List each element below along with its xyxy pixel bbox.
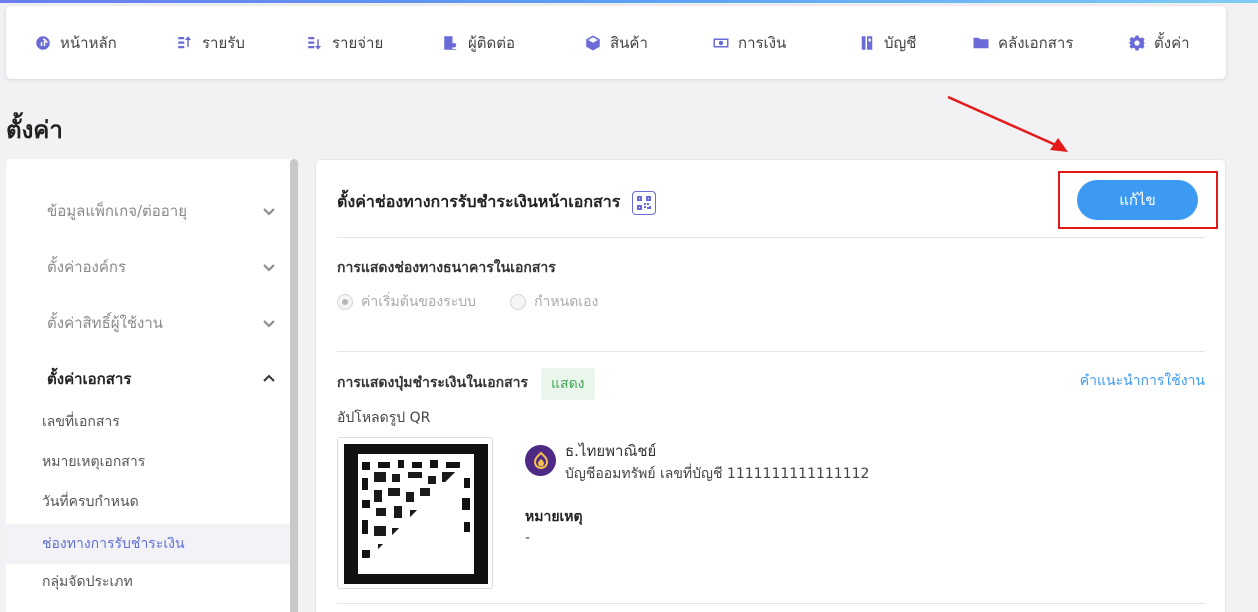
folder-icon — [973, 37, 989, 48]
sidebar-item-label: เลขที่เอกสาร — [42, 414, 120, 430]
chevron-down-icon — [263, 320, 275, 328]
sidebar-item-document-number[interactable]: เลขที่เอกสาร — [6, 402, 290, 442]
sidebar-item-label: ช่องทางการรับชำระเงิน — [42, 536, 185, 552]
sidebar-group-label: ข้อมูลแพ็กเกจ/ต่ออายุ — [47, 202, 188, 220]
bank-account-number: บัญชีออมทรัพย์ เลขที่บัญชี 1111111111111… — [565, 466, 870, 482]
bank-name: ธ.ไทยพาณิชย์ — [565, 442, 657, 460]
nav-label: ผู้ติดต่อ — [468, 33, 516, 52]
radio-default-label: ค่าเริ่มต้นของระบบ — [361, 294, 477, 310]
nav-label: รายจ่าย — [332, 33, 384, 52]
nav-label: คลังเอกสาร — [998, 33, 1074, 52]
nav-label: บัญชี — [884, 33, 917, 52]
note-value: - — [525, 530, 531, 546]
income-icon — [178, 35, 191, 48]
sidebar-group-label: ตั้งค่าเอกสาร — [47, 370, 132, 388]
note-label: หมายเหตุ — [525, 509, 583, 525]
bank-display-options: ค่าเริ่มต้นของระบบ กำหนดเอง — [337, 291, 598, 313]
nav-item-expense[interactable]: รายจ่าย — [306, 6, 383, 79]
sidebar-item-categories[interactable]: กลุ่มจัดประเภท — [6, 562, 290, 602]
settings-sidebar: ข้อมูลแพ็กเกจ/ต่ออายุ ตั้งค่าองค์กร ตั้ง… — [6, 159, 298, 612]
nav-item-contacts[interactable]: ผู้ติดต่อ — [442, 6, 515, 79]
nav-item-home[interactable]: หน้าหลัก — [34, 6, 117, 79]
nav-item-accounting[interactable]: บัญชี — [858, 6, 916, 79]
payment-button-label: การแสดงปุ่มชำระเงินในเอกสาร — [337, 375, 529, 391]
divider — [337, 603, 1205, 604]
payment-settings-card: ตั้งค่าช่องทางการรับชำระเงินหน้าเอกสาร แ… — [315, 159, 1226, 612]
radio-default[interactable] — [337, 294, 353, 310]
radio-custom[interactable] — [510, 294, 527, 310]
upload-qr-label: อัปโหลดรูป QR — [337, 410, 431, 426]
sidebar-group-package[interactable]: ข้อมูลแพ็กเกจ/ต่ออายุ — [47, 199, 277, 223]
radio-custom-label: กำหนดเอง — [534, 294, 599, 310]
nav-label: หน้าหลัก — [60, 33, 117, 52]
sidebar-item-payment-channels[interactable]: ช่องทางการรับชำระเงิน — [6, 524, 290, 564]
nav-label: ตั้งค่า — [1154, 33, 1190, 52]
nav-item-documents[interactable]: คลังเอกสาร — [972, 6, 1073, 79]
nav-label: รายรับ — [202, 33, 245, 52]
usage-guide-link[interactable]: คำแนะนำการใช้งาน — [1080, 370, 1205, 392]
nav-item-products[interactable]: สินค้า — [584, 6, 648, 79]
sidebar-group-documents[interactable]: ตั้งค่าเอกสาร — [47, 367, 277, 391]
sidebar-group-organization[interactable]: ตั้งค่าองค์กร — [47, 255, 277, 279]
sidebar-item-label: กลุ่มจัดประเภท — [42, 574, 133, 590]
box-icon — [586, 35, 600, 50]
chevron-down-icon — [263, 208, 275, 216]
nav-item-settings[interactable]: ตั้งค่า — [1128, 6, 1190, 79]
qr-code-icon — [632, 190, 657, 215]
nav-label: การเงิน — [738, 33, 787, 52]
divider — [337, 351, 1205, 352]
annotation-arrow-icon — [947, 95, 1068, 152]
sidebar-item-document-note[interactable]: หมายเหตุเอกสาร — [6, 442, 290, 482]
status-badge: แสดง — [541, 368, 595, 400]
page-title: ตั้งค่า — [6, 116, 63, 144]
nav-item-finance[interactable]: การเงิน — [712, 6, 786, 79]
sidebar-item-label: วันที่ครบกำหนด — [42, 494, 139, 510]
chevron-down-icon — [263, 264, 275, 272]
sidebar-item-label: หมายเหตุเอกสาร — [42, 454, 146, 470]
card-title-text: ตั้งค่าช่องทางการรับชำระเงินหน้าเอกสาร — [337, 192, 621, 211]
sidebar-item-due-date[interactable]: วันที่ครบกำหนด — [6, 482, 290, 522]
ledger-icon — [861, 35, 873, 50]
card-title: ตั้งค่าช่องทางการรับชำระเงินหน้าเอกสาร — [337, 190, 657, 215]
scb-bank-logo-icon — [525, 445, 556, 476]
nav-item-income[interactable]: รายรับ — [176, 6, 245, 79]
top-navbar: หน้าหลัก รายรับ รายจ่าย ผู้ติดต่อ สินค้า… — [6, 6, 1226, 79]
qr-code-image — [337, 437, 493, 589]
sidebar-group-label: ตั้งค่าสิทธิ์ผู้ใช้งาน — [47, 314, 164, 332]
chevron-up-icon — [263, 374, 275, 382]
expense-icon — [308, 36, 321, 50]
nav-label: สินค้า — [610, 33, 648, 52]
edit-button[interactable]: แก้ไข — [1077, 180, 1198, 220]
sidebar-group-label: ตั้งค่าองค์กร — [47, 258, 127, 276]
top-accent-stripe — [0, 0, 1258, 3]
qr-code-graphic — [338, 438, 492, 588]
sidebar-scrollbar[interactable] — [290, 159, 298, 612]
divider — [337, 237, 1205, 238]
sidebar-group-permissions[interactable]: ตั้งค่าสิทธิ์ผู้ใช้งาน — [47, 311, 277, 335]
dashboard-icon — [36, 35, 50, 50]
contacts-icon — [444, 35, 457, 50]
bank-display-label: การแสดงช่องทางธนาคารในเอกสาร — [337, 260, 556, 276]
gear-icon — [1128, 35, 1146, 50]
money-icon — [713, 38, 729, 47]
